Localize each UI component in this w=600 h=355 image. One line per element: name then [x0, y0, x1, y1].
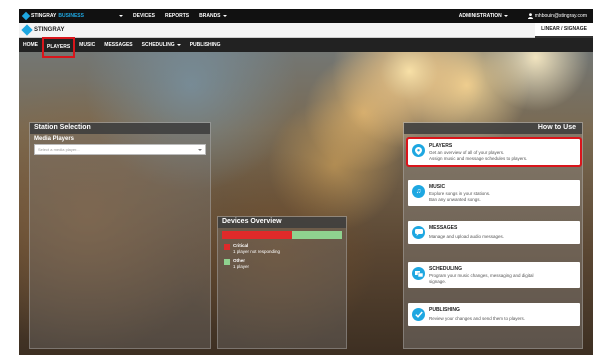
top-nav-devices[interactable]: DEVICES	[133, 13, 155, 19]
card-title: SCHEDULING	[429, 266, 463, 272]
brand-suffix: BUSINESS	[58, 13, 84, 19]
chevron-down-icon	[119, 15, 123, 17]
howto-card-scheduling[interactable]: SCHEDULING Program your music changes, m…	[408, 262, 580, 288]
critical-desc: 1 player not responding	[233, 248, 281, 254]
user-email: mhbouin@stingray.com	[534, 13, 587, 19]
nav-scheduling[interactable]: SCHEDULING	[142, 38, 181, 52]
legend-critical: Critical 1 player not responding	[224, 243, 340, 254]
devices-overview-panel: Devices Overview Critical 1 player not r…	[217, 216, 347, 349]
howto-card-music[interactable]: ♫ MUSIC Explore songs in your stations. …	[408, 180, 580, 206]
card-desc-line: Review your changes and send them to pla…	[429, 316, 526, 321]
more-menu[interactable]	[119, 15, 123, 17]
stingray-logo[interactable]: STINGRAY	[19, 24, 64, 36]
main-nav: HOME PLAYERS MUSIC MESSAGES SCHEDULING P…	[19, 36, 593, 58]
nav-players[interactable]: PLAYERS	[41, 36, 76, 58]
other-swatch	[224, 259, 230, 265]
top-bar: STINGRAY BUSINESS DEVICES REPORTS BRANDS…	[19, 9, 593, 23]
user-menu[interactable]: mhbouin@stingray.com	[527, 13, 587, 19]
schedule-icon	[412, 267, 425, 280]
station-selection-title: Station Selection	[30, 123, 210, 134]
card-desc-line: Ban any unwanted songs.	[429, 196, 481, 202]
card-desc-line: signage.	[429, 278, 447, 284]
chevron-down-icon	[176, 44, 181, 46]
nav-messages[interactable]: MESSAGES	[104, 38, 132, 52]
howto-card-publishing[interactable]: PUBLISHING Review your changes and send …	[408, 303, 580, 326]
howto-card-messages[interactable]: MESSAGES Manage and upload audio message…	[408, 221, 580, 244]
media-player-select[interactable]: Select a media player...	[34, 144, 206, 155]
nav-music[interactable]: MUSIC	[79, 38, 95, 52]
critical-bar-segment[interactable]	[222, 231, 292, 239]
card-desc-line: Manage and upload audio messages.	[429, 234, 505, 239]
stingray-logo-icon	[21, 11, 31, 21]
stingray-logo-icon	[21, 24, 33, 36]
top-nav-brands[interactable]: BRANDS	[199, 13, 227, 19]
brand-bar: STINGRAY LINEAR / SIGNAGE	[19, 22, 593, 38]
how-to-use-title: How to Use	[404, 123, 582, 134]
how-to-use-panel: How to Use PLAYERS Get an overview of al…	[403, 122, 583, 349]
media-player-placeholder: Select a media player...	[38, 147, 80, 152]
mode-tab-linear-signage[interactable]: LINEAR / SIGNAGE	[535, 22, 593, 38]
howto-card-players[interactable]: PLAYERS Get an overview of all of your p…	[406, 137, 582, 167]
critical-swatch	[224, 244, 230, 250]
card-title: MUSIC	[429, 184, 446, 190]
user-icon	[527, 13, 533, 19]
top-nav-reports[interactable]: REPORTS	[165, 13, 189, 19]
card-desc-line: Explore songs in your stations.	[429, 191, 491, 196]
nav-home[interactable]: HOME	[23, 38, 38, 52]
location-pin-icon	[412, 144, 425, 157]
brand-logo[interactable]: STINGRAY BUSINESS	[19, 11, 119, 21]
brand-name: STINGRAY	[31, 13, 57, 19]
other-bar-segment[interactable]	[291, 231, 342, 239]
legend-other: Other 1 player	[224, 258, 340, 269]
chevron-down-icon	[198, 148, 202, 151]
devices-status-bar	[222, 231, 342, 239]
card-title: PUBLISHING	[429, 307, 460, 313]
devices-overview-title: Devices Overview	[218, 217, 346, 228]
administration-menu[interactable]: ADMINISTRATION	[459, 13, 508, 19]
chevron-down-icon	[222, 15, 227, 17]
station-selection-panel: Station Selection Media Players Select a…	[29, 122, 211, 349]
other-desc: 1 player	[233, 263, 250, 269]
chevron-down-icon	[503, 15, 508, 17]
card-title: PLAYERS	[429, 143, 453, 149]
card-desc-line: Assign music and message schedules to pl…	[429, 155, 528, 161]
speech-bubble-icon	[412, 226, 425, 239]
checkmark-icon	[412, 308, 425, 321]
card-title: MESSAGES	[429, 225, 458, 231]
card-desc-line: Program your music changes, messaging an…	[429, 273, 534, 278]
nav-publishing[interactable]: PUBLISHING	[190, 38, 221, 52]
app-window: STINGRAY BUSINESS DEVICES REPORTS BRANDS…	[19, 9, 593, 355]
media-players-label: Media Players	[34, 136, 75, 142]
music-note-icon: ♫	[412, 185, 425, 198]
